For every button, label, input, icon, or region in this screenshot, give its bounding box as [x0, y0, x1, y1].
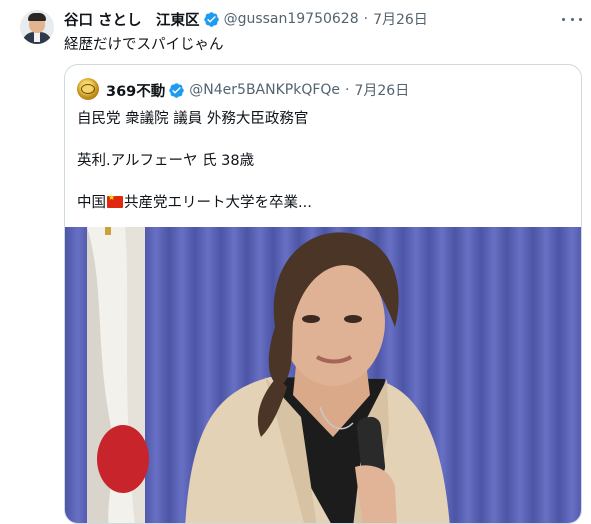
quoted-text-line-3: 中国 共産党エリート大学を卒業... [77, 191, 312, 212]
quoted-tweet-date[interactable]: 7月26日 [354, 80, 409, 100]
author-name[interactable]: 谷口 さとし 江東区 [64, 9, 200, 30]
quoted-text-line-3-start: 中国 [77, 195, 106, 211]
author-avatar[interactable] [20, 10, 54, 44]
tweet-header: 谷口 さとし 江東区 @gussan19750628 · 7月26日 [64, 9, 428, 29]
quoted-author-name[interactable]: 369不動 [106, 80, 165, 101]
photo-scene [65, 227, 581, 523]
author-handle[interactable]: @gussan19750628 [224, 11, 359, 27]
quoted-text-line-3-end: 共産党エリート大学を卒業... [124, 195, 312, 211]
quoted-author-avatar[interactable] [77, 78, 99, 100]
verified-badge-icon [169, 82, 185, 98]
verified-badge-icon [203, 11, 219, 27]
separator-dot: · [363, 11, 369, 27]
japanese-flag [87, 227, 149, 523]
tweet-date[interactable]: 7月26日 [373, 9, 428, 29]
tweet-text: 経歴だけでスパイじゃん [64, 37, 224, 53]
quoted-text-line-2: 英利.アルフェーヤ 氏 38歳 [77, 153, 255, 169]
more-options-icon[interactable] [562, 11, 582, 27]
quoted-tweet[interactable]: 369不動 @N4er5BANKPkQFQe · 7月26日 自民党 衆議院 議… [64, 64, 582, 524]
quoted-tweet-header: 369不動 @N4er5BANKPkQFQe · 7月26日 [106, 80, 409, 100]
quoted-author-handle[interactable]: @N4er5BANKPkQFQe [189, 82, 340, 98]
quoted-media-photo[interactable] [65, 227, 581, 523]
quoted-text-line-1: 自民党 衆議院 議員 外務大臣政務官 [77, 111, 309, 127]
separator-dot: · [345, 82, 350, 98]
china-flag-icon [107, 193, 123, 208]
